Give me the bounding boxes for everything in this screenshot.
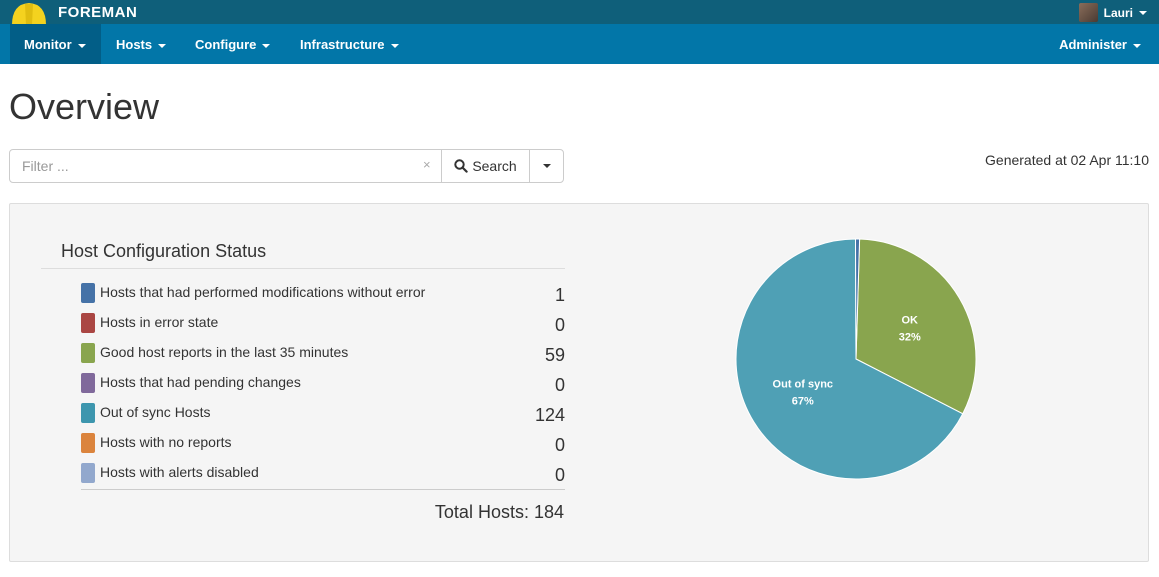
user-menu[interactable]: Lauri [1078,3,1147,22]
search-button-label: Search [472,158,517,174]
status-label[interactable]: Hosts with alerts disabled [100,464,259,480]
chevron-down-icon [542,164,551,168]
nav-hosts-label: Hosts [116,37,153,52]
legend-swatch [81,283,95,303]
status-row-modified[interactable]: Hosts that had performed modifications w… [81,283,565,313]
chevron-down-icon [1139,10,1147,15]
legend-swatch [81,343,95,363]
nav-monitor[interactable]: Monitor [10,24,101,64]
brand-name[interactable]: FOREMAN [58,4,137,21]
legend-swatch [81,313,95,333]
search-icon [454,159,469,173]
status-label[interactable]: Hosts that had pending changes [100,374,301,390]
chevron-down-icon [1133,43,1141,48]
pie-slice-percent-label: 32% [899,331,921,343]
status-label[interactable]: Hosts in error state [100,314,218,330]
chevron-down-icon [77,43,86,48]
chevron-down-icon [262,43,271,48]
total-hosts: Total Hosts: 184 [434,502,564,522]
top-bar: FOREMAN Lauri [0,0,1159,30]
status-count: 1 [554,285,565,305]
search-bar: Filter ... × Search [9,149,564,183]
status-row-good[interactable]: Good host reports in the last 35 minutes… [81,343,565,373]
nav-hosts[interactable]: Hosts [102,24,180,64]
status-count: 0 [554,315,565,335]
status-row-out-of-sync[interactable]: Out of sync Hosts 124 [81,403,565,433]
status-count: 59 [544,345,565,365]
status-count: 0 [554,465,565,485]
bookmarks-dropdown-button[interactable] [529,149,564,183]
chevron-down-icon [158,43,167,48]
legend-swatch [81,373,95,393]
avatar [1078,3,1098,22]
nav-infrastructure-label: Infrastructure [300,37,385,52]
pie-slice-name-label: Out of sync [773,379,834,391]
status-row-no-reports[interactable]: Hosts with no reports 0 [81,433,565,463]
status-label[interactable]: Hosts that had performed modifications w… [100,284,425,300]
legend-swatch [81,403,95,423]
pie-slice-percent-label: 67% [792,396,814,408]
search-input[interactable]: Filter ... [9,149,442,183]
legend-swatch [81,433,95,453]
nav-infrastructure[interactable]: Infrastructure [286,24,413,64]
status-label[interactable]: Out of sync Hosts [100,404,210,420]
legend-swatch [81,463,95,483]
chevron-down-icon [390,43,399,48]
main-navigation: Monitor Hosts Configure Infrastructure A… [0,24,1159,64]
host-status-pie-chart[interactable]: OK 32% Out of sync 67% [735,238,977,480]
status-row-pending[interactable]: Hosts that had pending changes 0 [81,373,565,403]
status-label[interactable]: Good host reports in the last 35 minutes [100,344,348,360]
nav-administer-label: Administer [1059,37,1127,52]
panel-title[interactable]: Host Configuration Status [61,241,266,262]
status-count: 0 [554,375,565,395]
status-row-error[interactable]: Hosts in error state 0 [81,313,565,343]
host-configuration-status-panel: Host Configuration Status Hosts that had… [9,203,1149,562]
clear-icon[interactable]: × [423,157,431,172]
divider [81,489,565,490]
search-placeholder: Filter ... [22,158,69,174]
divider [41,268,565,269]
user-name: Lauri [1103,5,1133,20]
generated-timestamp: Generated at 02 Apr 11:10 [985,152,1149,168]
status-label[interactable]: Hosts with no reports [100,434,232,450]
nav-configure[interactable]: Configure [181,24,284,64]
page-title: Overview [9,86,160,127]
pie-slice-name-label: OK [901,314,918,326]
nav-administer[interactable]: Administer [1045,24,1155,64]
nav-monitor-label: Monitor [24,37,72,52]
status-count: 0 [554,435,565,455]
search-button[interactable]: Search [441,149,530,183]
nav-configure-label: Configure [195,37,257,52]
status-count: 124 [534,405,565,425]
